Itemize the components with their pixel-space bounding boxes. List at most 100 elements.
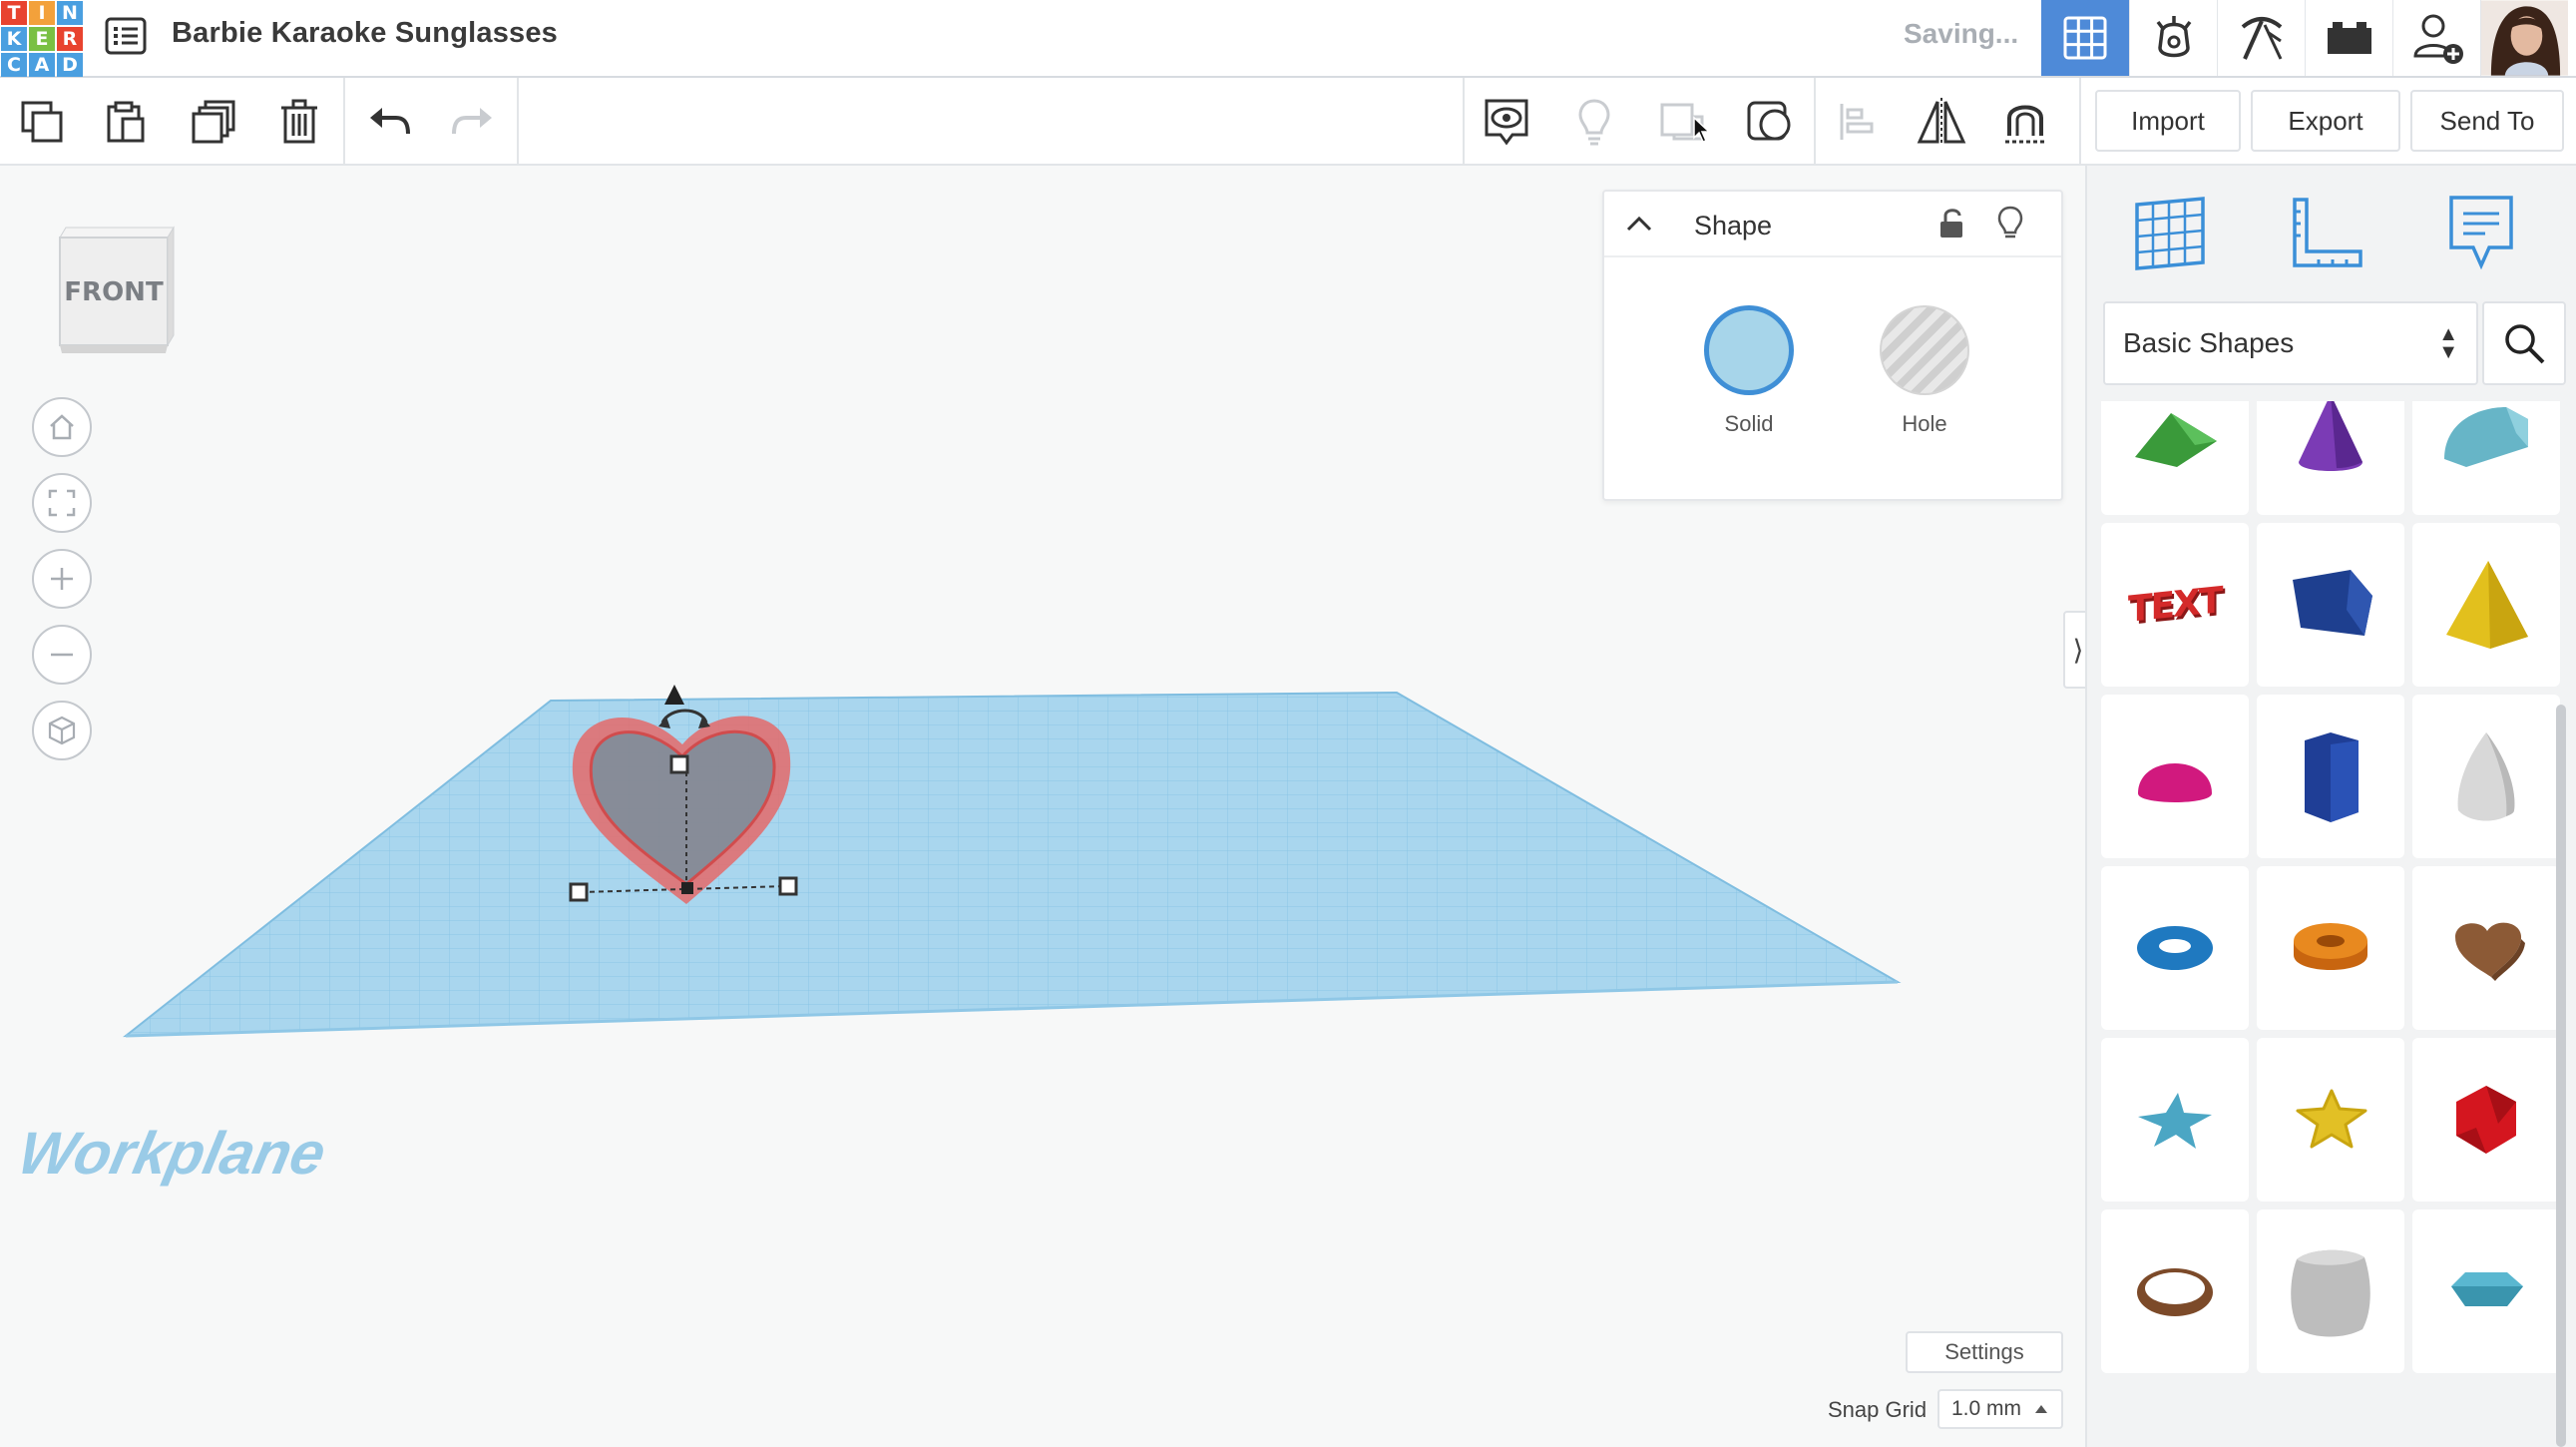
group-button[interactable] (1652, 92, 1712, 152)
shape-grid: TEXT (2101, 401, 2570, 1447)
shape-search-button[interactable] (2482, 301, 2566, 385)
shape-text[interactable]: TEXT (2101, 523, 2249, 687)
inspector-header: Shape (1604, 192, 2061, 257)
hole-swatch[interactable] (1880, 305, 1969, 395)
rounded-star-shape-icon (2296, 1089, 2367, 1149)
shape-pyramid[interactable] (2412, 523, 2560, 687)
workplane-icon (2135, 197, 2205, 270)
shape-list-scrollbar[interactable] (2556, 705, 2566, 1447)
snap-grid-select[interactable]: 1.0 mm (1937, 1389, 2063, 1429)
list-icon (105, 17, 147, 55)
home-icon (50, 414, 74, 440)
shape-torus[interactable] (2101, 866, 2249, 1030)
trash-icon (281, 99, 317, 144)
height-arrow-handle[interactable] (664, 685, 684, 705)
shape-cone[interactable] (2257, 401, 2404, 515)
shape-box[interactable] (2257, 523, 2404, 687)
unlock-icon (1940, 209, 1962, 238)
zoom-out-button[interactable] (32, 625, 92, 685)
toolbar-divider (343, 78, 345, 164)
duplicate-icon (192, 100, 235, 144)
home-view-button[interactable] (32, 397, 92, 457)
shape-polygon[interactable] (2257, 695, 2404, 858)
perspective-toggle-button[interactable] (32, 701, 92, 760)
grid-icon (2063, 16, 2107, 60)
solid-color-swatch[interactable] (1704, 305, 1794, 395)
ruler-tool-button[interactable] (2281, 188, 2370, 277)
cruise-button[interactable] (1995, 92, 2055, 152)
duplicate-button[interactable] (184, 92, 243, 152)
shape-heart[interactable] (2412, 866, 2560, 1030)
tinkercad-logo[interactable]: T I N K E R C A D (0, 0, 83, 77)
align-button[interactable] (1828, 92, 1888, 152)
paste-button[interactable] (96, 92, 156, 152)
lightbulb-icon (1578, 99, 1610, 146)
shape-inspector: Shape Solid Hole (1602, 190, 2063, 501)
import-button[interactable]: Import (2095, 90, 2241, 152)
shape-half-cylinder[interactable] (2412, 401, 2560, 515)
paste-icon (107, 101, 145, 143)
project-title[interactable]: Barbie Karaoke Sunglasses (172, 17, 558, 50)
gem-shape-icon (2451, 1272, 2523, 1306)
fit-view-button[interactable] (32, 473, 92, 533)
notes-tool-button[interactable] (2436, 188, 2526, 277)
mirror-button[interactable] (1912, 92, 1971, 152)
half-sphere-shape-icon (2138, 763, 2212, 802)
circuits-view-button[interactable] (2129, 0, 2217, 76)
send-to-button[interactable]: Send To (2410, 90, 2564, 152)
cube-icon (48, 716, 76, 745)
blocks-view-button[interactable] (2217, 0, 2305, 76)
redo-button[interactable] (443, 92, 503, 152)
brick-icon (2327, 22, 2371, 54)
3d-design-view-button[interactable] (2041, 0, 2129, 76)
shape-half-sphere[interactable] (2101, 695, 2249, 858)
user-avatar[interactable] (2480, 0, 2568, 76)
bricks-view-button[interactable] (2305, 0, 2392, 76)
workplane-canvas[interactable]: Workplane FRONT Shape Solid Hole Setting… (0, 166, 2085, 1447)
shape-tube[interactable] (2257, 866, 2404, 1030)
invite-user-button[interactable] (2392, 0, 2480, 76)
lightbulb-icon (1997, 206, 2023, 239)
shape-icosahedron[interactable] (2412, 1038, 2560, 1202)
icosahedron-shape-icon (2456, 1086, 2516, 1154)
design-list-button[interactable] (104, 14, 148, 58)
pyramid-shape-icon (2446, 561, 2528, 649)
shape-star-round[interactable] (2257, 1038, 2404, 1202)
note-bubble-icon (2449, 196, 2513, 270)
collapse-inspector-button[interactable] (1624, 210, 1654, 240)
search-icon (2505, 324, 2545, 364)
hide-shape-button[interactable] (1995, 206, 2031, 241)
notes-button[interactable] (1477, 92, 1536, 152)
chevron-right-icon: ⟩ (2072, 634, 2084, 666)
profile-photo-icon (2481, 0, 2568, 76)
zoom-in-button[interactable] (32, 549, 92, 609)
delete-button[interactable] (269, 92, 329, 152)
text-shape-preview: TEXT (2128, 579, 2222, 631)
ungroup-button[interactable] (1740, 92, 1800, 152)
minus-icon (51, 653, 73, 657)
undo-button[interactable] (359, 92, 419, 152)
top-bar: T I N K E R C A D Barbie Karaoke Sunglas… (0, 0, 2576, 78)
snap-grid-value: 1.0 mm (1951, 1397, 2022, 1420)
shape-library-select[interactable]: Basic Shapes ▲ ▼ (2103, 301, 2478, 385)
shape-roof[interactable] (2101, 401, 2249, 515)
copy-button[interactable] (12, 92, 72, 152)
mouse-cursor-icon (1693, 116, 1711, 143)
lock-shape-button[interactable] (1933, 206, 1969, 241)
shape-ring[interactable] (2101, 1209, 2249, 1373)
updown-arrows-icon: ▲ ▼ (2438, 323, 2458, 363)
ring-shape-icon (2137, 1268, 2213, 1316)
export-button[interactable]: Export (2251, 90, 2400, 152)
shape-gem[interactable] (2412, 1209, 2560, 1373)
logo-letter: C (1, 53, 27, 77)
workplane-tool-button[interactable] (2125, 188, 2215, 277)
ungroup-icon (1747, 101, 1791, 141)
shape-star[interactable] (2101, 1038, 2249, 1202)
settings-button[interactable]: Settings (1906, 1331, 2063, 1373)
shape-paraboloid[interactable] (2412, 695, 2560, 858)
roof-shape-icon (2135, 413, 2217, 467)
view-cube[interactable]: FRONT (56, 224, 176, 357)
shape-rounded-box[interactable] (2257, 1209, 2404, 1373)
toolbar-divider (1463, 78, 1465, 164)
show-all-button[interactable] (1564, 92, 1624, 152)
